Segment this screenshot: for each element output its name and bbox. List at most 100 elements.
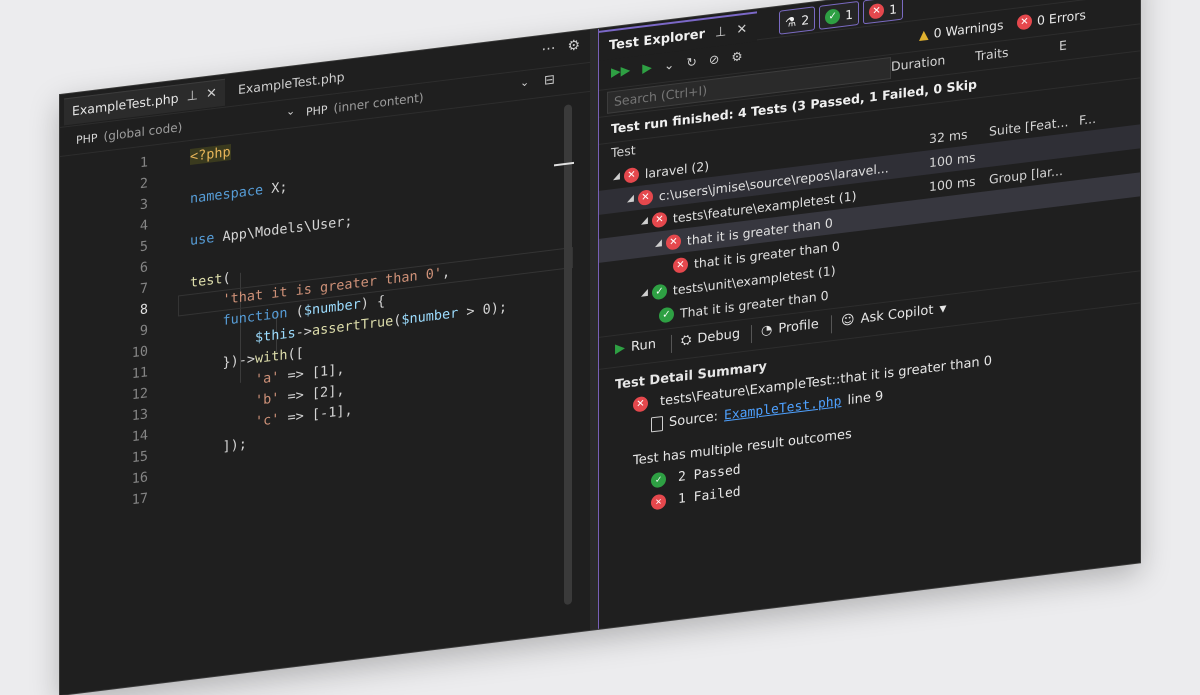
test-explorer-pane: Test Explorer ⊥ ✕ ⚗ 2 ✓ 1 ✕ 1 ⎘ (598, 0, 1140, 630)
code-token: <?php (190, 144, 231, 166)
settings-gear-icon[interactable]: ⚙ (731, 48, 742, 64)
chevron-down-icon[interactable]: ⌄ (286, 104, 295, 118)
ask-copilot-label: Ask Copilot (860, 302, 934, 327)
pane-splitter[interactable] (590, 28, 598, 630)
profile-icon: ◔ (761, 322, 773, 339)
multiple-outcomes-text: Test has multiple result outcomes (633, 426, 852, 469)
run-icon[interactable]: ▶ (642, 59, 652, 75)
copilot-icon: ☺ (841, 312, 855, 330)
pin-icon[interactable]: ⊥ (187, 83, 198, 110)
playlist-icon[interactable]: ⎘ (987, 0, 997, 2)
passed-icon: ✓ (659, 306, 674, 323)
language-label: PHP (306, 102, 328, 119)
expand-caret-icon[interactable]: ◢ (627, 194, 634, 205)
run-icon: ▶ (615, 340, 625, 357)
warning-icon: ▲ (919, 26, 929, 43)
error-icon: ✕ (1017, 13, 1032, 31)
failed-icon: ✕ (633, 395, 648, 413)
code-token: ) { (360, 293, 386, 313)
warnings-summary[interactable]: ▲ 0 Warnings (919, 17, 1003, 42)
run-button[interactable]: ▶ Run (615, 337, 656, 357)
test-duration: 100 ms (929, 173, 976, 194)
source-line: line 9 (847, 388, 884, 409)
code-area[interactable]: 1 <?php 2 3 namespace X; 4 5 use App\Models\Use… (60, 94, 590, 695)
passed-outcome-row[interactable]: ✓ 2 Passed (651, 462, 741, 489)
code-token: test (190, 271, 223, 292)
code-token: ( (222, 270, 231, 288)
test-duration: 32 ms (929, 126, 968, 146)
test-duration: 100 ms (929, 149, 976, 170)
run-label: Run (631, 336, 656, 355)
filter-failed-tests[interactable]: ✕ 1 (863, 0, 904, 25)
expand-caret-icon[interactable]: ◢ (613, 171, 620, 182)
errors-summary[interactable]: ✕ 0 Errors (1017, 7, 1086, 31)
code-token: 'c' (255, 411, 280, 431)
source-label: Source: (669, 409, 719, 431)
ide-window: ExampleTest.php ⊥ ✕ ExampleTest.php ⋯ ⚙ … (60, 0, 1140, 695)
code-token: use (190, 230, 215, 250)
close-icon[interactable]: ✕ (206, 81, 217, 108)
code-token: ( (287, 303, 304, 322)
more-options-icon[interactable]: ⋯ (541, 40, 555, 58)
code-token: with (255, 347, 288, 368)
document-icon (651, 415, 663, 433)
code-token: X; (263, 179, 288, 199)
debug-label: Debug (697, 326, 741, 347)
scope-label: (inner content) (333, 90, 424, 116)
pin-icon[interactable]: ⊥ (715, 24, 726, 40)
debug-button[interactable]: ⛭ Debug (681, 326, 740, 348)
filter-passed-tests[interactable]: ✓ 1 (819, 0, 860, 30)
code-token: , (441, 264, 451, 282)
cancel-run-icon[interactable]: ⊘ (709, 51, 719, 67)
divider (751, 325, 752, 344)
test-extra: F... (1079, 110, 1097, 128)
caret-down-icon[interactable]: ▼ (939, 304, 946, 315)
test-name: laravel (2) (644, 157, 710, 181)
count-passed: 1 (845, 6, 854, 23)
code-token: > 0); (458, 299, 508, 322)
run-all-icon[interactable]: ▶▶ (611, 62, 630, 79)
chevron-down-icon[interactable]: ⌄ (520, 75, 529, 89)
column-header-duration[interactable]: Duration (891, 52, 945, 74)
count-tests: 2 (801, 11, 810, 28)
close-icon[interactable]: ✕ (736, 21, 747, 37)
editor-tools: ⋯ ⚙ (541, 37, 580, 58)
chevron-down-icon[interactable]: ⌄ (664, 57, 674, 73)
column-header-extra[interactable]: E (1059, 37, 1067, 53)
failed-icon: ✕ (673, 256, 688, 274)
editor-scrollbar[interactable] (564, 104, 572, 606)
errors-label: 0 Errors (1037, 7, 1086, 29)
ask-copilot-button[interactable]: ☺ Ask Copilot ▼ (841, 301, 946, 329)
split-editor-icon[interactable]: ⊟ (544, 72, 555, 88)
column-header-test[interactable]: Test (611, 142, 636, 160)
flask-icon: ⚗ (785, 13, 797, 30)
column-header-traits[interactable]: Traits (975, 45, 1008, 64)
passed-icon: ✓ (825, 7, 841, 25)
expand-caret-icon[interactable]: ◢ (641, 288, 648, 299)
failed-icon: ✕ (637, 188, 653, 206)
expand-caret-icon[interactable]: ◢ (655, 238, 662, 249)
failed-icon: ✕ (651, 210, 667, 228)
filter-all-tests[interactable]: ⚗ 2 (779, 6, 816, 35)
failed-icon: ✕ (869, 2, 885, 20)
code-token: -> (295, 323, 312, 342)
code-editor-pane: ExampleTest.php ⊥ ✕ ExampleTest.php ⋯ ⚙ … (60, 29, 590, 695)
rerun-icon[interactable]: ↻ (686, 54, 696, 70)
failed-icon: ✕ (651, 493, 666, 511)
profile-label: Profile (778, 316, 819, 337)
code-token: $this (255, 325, 296, 347)
language-label: PHP (76, 130, 98, 147)
divider (671, 334, 672, 353)
profile-button[interactable]: ◔ Profile (761, 317, 819, 339)
failed-outcome-row[interactable]: ✕ 1 Failed (651, 484, 741, 511)
settings-gear-icon[interactable]: ⚙ (567, 37, 580, 55)
code-token: 'a' (255, 369, 280, 389)
warnings-label: 0 Warnings (933, 17, 1004, 41)
passed-icon: ✓ (651, 282, 667, 300)
passed-outcome: 2 Passed (678, 462, 741, 486)
failed-outcome: 1 Failed (678, 484, 741, 508)
multiple-outcomes-row: Test has multiple result outcomes (633, 427, 852, 469)
expand-caret-icon[interactable]: ◢ (641, 216, 648, 227)
